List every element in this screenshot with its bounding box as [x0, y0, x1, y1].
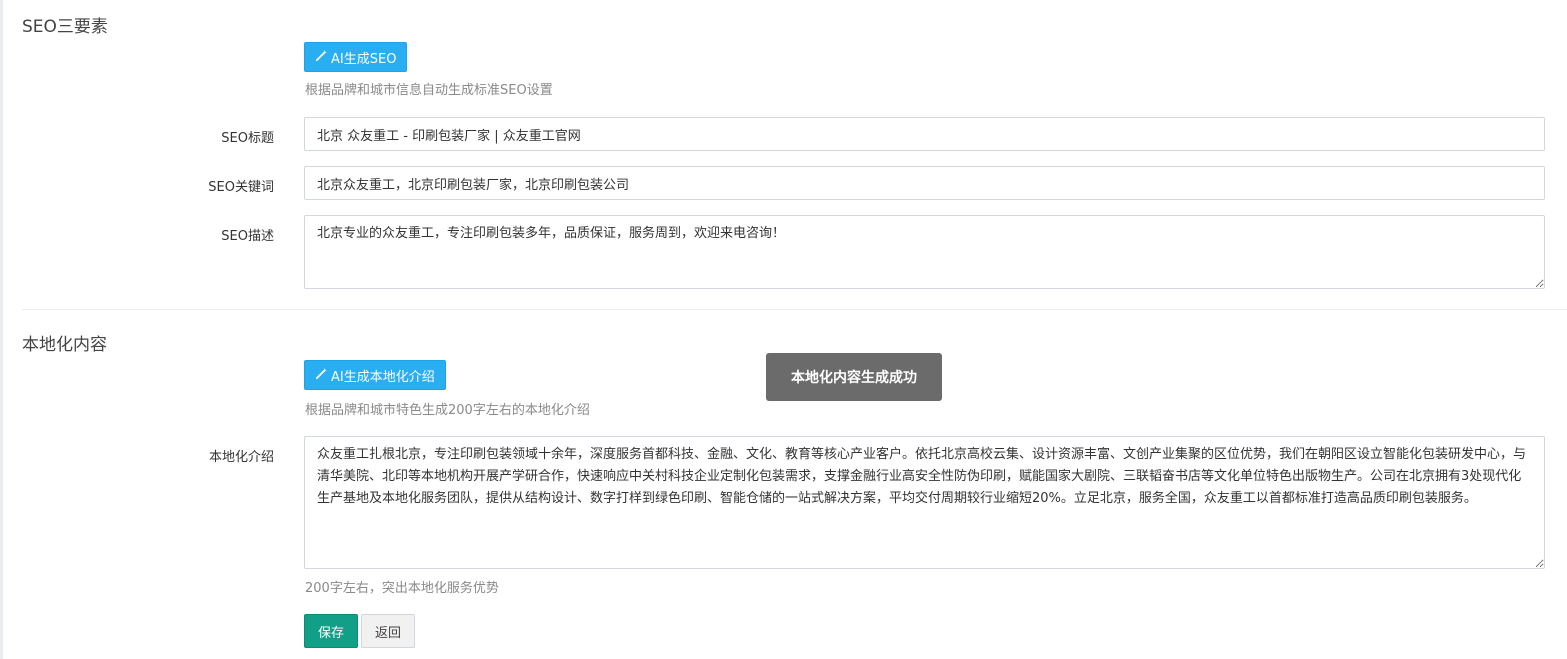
section-divider — [22, 309, 1567, 310]
seo-keywords-label: SEO关键词 — [208, 180, 274, 195]
ai-generate-seo-label: AI生成SEO — [331, 51, 397, 67]
local-intro-textarea[interactable]: 众友重工扎根北京，专注印刷包装领域十余年，深度服务首都科技、金融、文化、教育等核… — [304, 436, 1545, 569]
seo-description-textarea[interactable]: 北京专业的众友重工，专注印刷包装多年，品质保证，服务周到，欢迎来电咨询！ — [304, 215, 1545, 289]
ai-seo-hint: 根据品牌和城市信息自动生成标准SEO设置 — [305, 83, 553, 98]
seo-title-input[interactable] — [304, 117, 1545, 151]
seo-section-title: SEO三要素 — [22, 17, 108, 37]
back-button[interactable]: 返回 — [361, 614, 415, 648]
save-button[interactable]: 保存 — [304, 614, 358, 648]
success-toast: 本地化内容生成成功 — [766, 353, 942, 401]
seo-keywords-input[interactable] — [304, 166, 1545, 200]
seo-description-label: SEO描述 — [221, 229, 274, 244]
ai-generate-local-button[interactable]: AI生成本地化介绍 — [304, 360, 446, 390]
local-intro-label: 本地化介绍 — [208, 450, 274, 465]
local-intro-hint: 200字左右，突出本地化服务优势 — [305, 581, 499, 596]
seo-title-label: SEO标题 — [221, 131, 274, 146]
ai-generate-local-label: AI生成本地化介绍 — [331, 369, 435, 385]
ai-generate-seo-button[interactable]: AI生成SEO — [304, 42, 408, 72]
magic-wand-icon — [315, 367, 328, 384]
left-border — [0, 0, 3, 659]
ai-local-hint: 根据品牌和城市特色生成200字左右的本地化介绍 — [305, 403, 590, 418]
magic-wand-icon — [315, 49, 328, 66]
local-section-title: 本地化内容 — [22, 335, 107, 355]
